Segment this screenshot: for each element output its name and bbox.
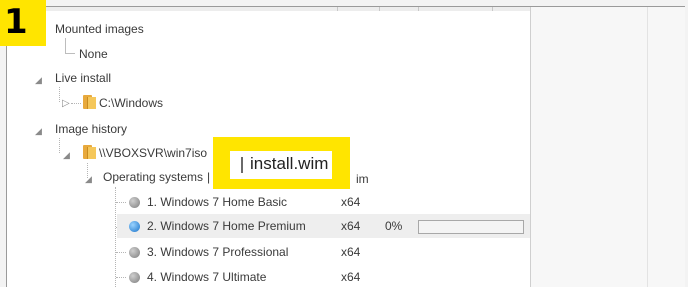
tree-connector (59, 138, 60, 153)
status-dot-icon (129, 221, 140, 232)
collapse-arrow-icon[interactable]: ◢ (35, 126, 42, 136)
node-windows-folder[interactable]: C:\Windows (99, 95, 163, 111)
image-name[interactable]: 4. Windows 7 Ultimate (147, 269, 266, 285)
folder-icon (83, 145, 96, 159)
pane-splitter[interactable] (530, 7, 531, 287)
collapse-arrow-icon[interactable]: ◢ (85, 174, 92, 184)
tree-connector (116, 277, 126, 278)
callout-label: install.wim (250, 154, 329, 173)
node-image-source[interactable]: \\VBOXSVR\win7iso (99, 145, 207, 161)
details-pane-divider (647, 7, 648, 287)
tree-connector (65, 38, 66, 53)
node-image-history[interactable]: Image history (55, 121, 127, 137)
image-arch: x64 (341, 195, 361, 209)
column-header-fragment: im (356, 172, 369, 186)
step-number-badge: 1 (0, 0, 46, 46)
image-name[interactable]: 3. Windows 7 Professional (147, 244, 288, 260)
tree-connector (71, 103, 81, 104)
progress-percent: 0% (385, 219, 403, 233)
tree-connector (116, 202, 126, 203)
details-pane (531, 7, 685, 287)
status-dot-icon (129, 247, 140, 258)
status-dot-icon (129, 197, 140, 208)
image-name[interactable]: 2. Windows 7 Home Premium (147, 218, 306, 234)
progress-bar (418, 220, 524, 234)
image-arch: x64 (341, 219, 361, 233)
image-arch: x64 (341, 270, 361, 284)
status-dot-icon (129, 272, 140, 283)
node-mounted-images[interactable]: Mounted images (55, 21, 144, 37)
node-mounted-none[interactable]: None (79, 46, 108, 62)
image-arch: x64 (341, 245, 361, 259)
collapse-arrow-icon[interactable]: ◢ (63, 150, 70, 160)
node-operating-systems[interactable]: Operating systems (103, 169, 203, 185)
expand-arrow-icon[interactable]: ▷ (62, 99, 70, 109)
collapse-arrow-icon[interactable]: ◢ (35, 75, 42, 85)
node-separator: | (207, 170, 211, 184)
tree-connector (65, 53, 75, 54)
image-name[interactable]: 1. Windows 7 Home Basic (147, 194, 287, 210)
tree-connector (116, 252, 126, 253)
text-cursor-icon (241, 157, 243, 173)
tree-connector (59, 87, 60, 102)
folder-icon (83, 95, 96, 109)
node-live-install[interactable]: Live install (55, 70, 111, 86)
